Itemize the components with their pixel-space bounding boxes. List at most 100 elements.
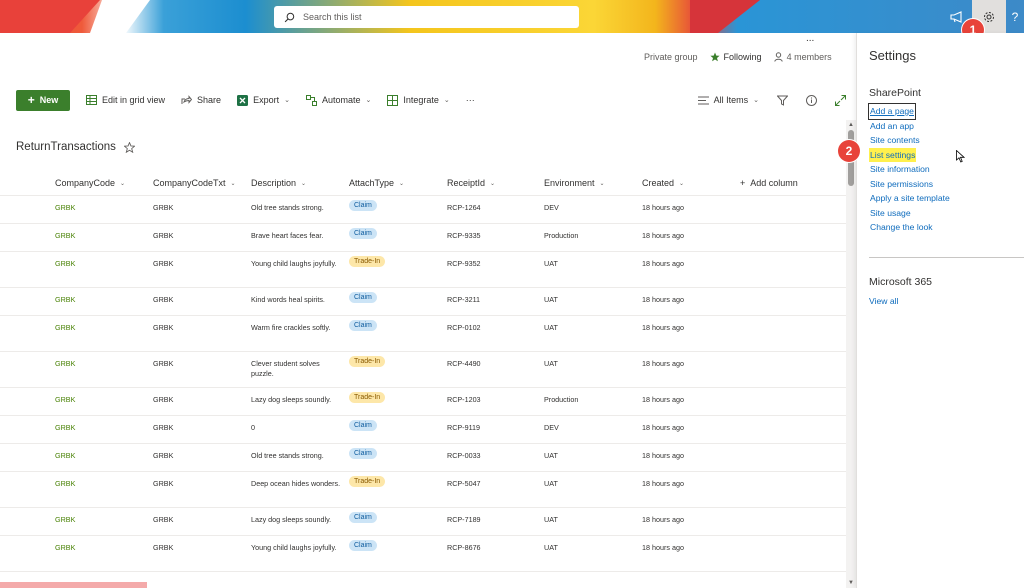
column-header-companycodetxt[interactable]: CompanyCodeTxt ⌄ — [153, 178, 236, 188]
cell-attachtype: Claim — [349, 448, 377, 459]
settings-link-apply-a-site-template[interactable]: Apply a site template — [869, 191, 951, 206]
settings-title: Settings — [869, 48, 916, 63]
view-switcher[interactable]: All Items ⌄ — [697, 95, 759, 105]
vertical-scrollbar[interactable]: ▲ ▼ — [846, 120, 856, 588]
table-row[interactable]: GRBK GRBK Old tree stands strong. Claim RCP-… — [0, 444, 846, 472]
table-row[interactable]: GRBK GRBK Warm fire crackles softly. Claim R… — [0, 316, 846, 352]
cell-receiptid: RCP-1203 — [447, 395, 481, 404]
view-all-link[interactable]: View all — [869, 296, 898, 306]
cell-companycode: GRBK — [55, 231, 76, 240]
scroll-down-icon[interactable]: ▼ — [848, 580, 854, 586]
attach-type-pill: Claim — [349, 320, 377, 331]
cell-environment: UAT — [544, 259, 558, 268]
cell-created: 18 hours ago — [642, 515, 684, 524]
cell-companycode: GRBK — [55, 479, 76, 488]
cell-attachtype: Trade-In — [349, 256, 386, 267]
cell-receiptid: RCP-9335 — [447, 231, 481, 240]
search-box[interactable]: Search this list — [274, 6, 579, 28]
cell-receiptid: RCP-0033 — [447, 451, 481, 460]
column-header-companycode[interactable]: CompanyCode ⌄ — [55, 178, 125, 188]
settings-link-add-a-page[interactable]: Add a page — [868, 103, 916, 120]
column-header-created[interactable]: Created ⌄ — [642, 178, 684, 188]
following-button[interactable]: Following — [709, 52, 762, 62]
scroll-up-icon[interactable]: ▲ — [848, 122, 854, 128]
cell-attachtype: Claim — [349, 420, 377, 431]
export-button[interactable]: Export ⌄ — [237, 94, 290, 106]
cell-companycodetxt: GRBK — [153, 203, 174, 212]
cell-created: 18 hours ago — [642, 395, 684, 404]
chevron-down-icon: ⌄ — [679, 180, 685, 187]
gear-icon — [984, 11, 994, 22]
settings-links: Add a page Add an app Site contents List se… — [868, 103, 951, 235]
new-label: New — [39, 95, 59, 105]
column-header-environment[interactable]: Environment ⌄ — [544, 178, 605, 188]
star-outline-icon[interactable] — [123, 141, 135, 153]
cell-environment: UAT — [544, 479, 558, 488]
table-row[interactable]: GRBK GRBK Clever student solves puzzle. Tra… — [0, 352, 846, 388]
table-row[interactable]: GRBK GRBK Kind words heal spirits. Claim RCP… — [0, 288, 846, 316]
table-row[interactable]: GRBK GRBK Deep ocean hides wonders. Trade-I… — [0, 472, 846, 508]
table-row[interactable]: GRBK GRBK 0 Claim RCP-9119 DEV 18 hours ago — [0, 416, 846, 444]
new-button[interactable]: + New — [16, 89, 70, 111]
mouse-cursor-icon — [956, 150, 965, 163]
cell-attachtype: Claim — [349, 320, 377, 331]
expand-icon[interactable] — [835, 94, 846, 106]
settings-link-site-information[interactable]: Site information — [869, 162, 931, 177]
cell-companycode: GRBK — [55, 359, 76, 368]
cell-created: 18 hours ago — [642, 259, 684, 268]
add-column-button[interactable]: + Add column — [740, 178, 798, 188]
table-row[interactable]: GRBK GRBK Brave heart faces fear. Claim RCP-… — [0, 224, 846, 252]
members-label: 4 members — [786, 52, 832, 62]
cell-description: Kind words heal spirits. — [251, 295, 325, 304]
column-header-receiptid[interactable]: ReceiptId ⌄ — [447, 178, 495, 188]
cell-description: Old tree stands strong. — [251, 451, 324, 460]
table-row[interactable]: GRBK GRBK Lazy dog sleeps soundly. Trade-In… — [0, 388, 846, 416]
grid-header: CompanyCode ⌄ CompanyCodeTxt ⌄ Description… — [0, 171, 846, 196]
filter-icon[interactable] — [777, 95, 788, 106]
share-label: Share — [197, 95, 222, 105]
members-button[interactable]: 4 members — [773, 52, 832, 62]
cell-attachtype: Claim — [349, 512, 377, 523]
column-header-description[interactable]: Description ⌄ — [251, 178, 306, 188]
table-row[interactable]: GRBK GRBK Old tree stands strong. Claim RCP-… — [0, 196, 846, 224]
automate-button[interactable]: Automate ⌄ — [305, 94, 371, 106]
settings-link-site-usage[interactable]: Site usage — [869, 206, 912, 221]
edit-grid-view-button[interactable]: Edit in grid view — [86, 95, 165, 105]
settings-link-list-settings[interactable]: List settings — [869, 147, 917, 162]
cell-attachtype: Claim — [349, 540, 377, 551]
settings-link-change-the-look[interactable]: Change the look — [869, 220, 934, 235]
share-button[interactable]: Share — [181, 95, 221, 105]
cell-environment: UAT — [544, 451, 558, 460]
column-header-attachtype[interactable]: AttachType ⌄ — [349, 178, 404, 188]
cell-environment: UAT — [544, 543, 558, 552]
table-row[interactable]: GRBK GRBK Lazy dog sleeps soundly. Claim RCP… — [0, 508, 846, 536]
table-row[interactable]: GRBK GRBK Young child laughs joyfully. Trad… — [0, 252, 846, 288]
cell-created: 18 hours ago — [642, 295, 684, 304]
table-row[interactable]: GRBK GRBK Young child laughs joyfully. Clai… — [0, 536, 846, 572]
cell-attachtype: Claim — [349, 228, 377, 239]
following-label: Following — [723, 52, 762, 62]
settings-link-site-contents[interactable]: Site contents — [869, 133, 921, 148]
info-icon[interactable] — [806, 94, 817, 106]
column-header-label: Description — [251, 178, 297, 188]
status-bar — [0, 582, 147, 588]
cell-attachtype: Trade-In — [349, 476, 386, 487]
help-button[interactable]: ? — [1006, 0, 1024, 33]
integrate-button[interactable]: Integrate ⌄ — [387, 94, 450, 106]
help-icon: ? — [1011, 9, 1019, 24]
attach-type-pill: Trade-In — [349, 476, 386, 487]
more-actions-button[interactable]: ... — [806, 33, 814, 44]
suite-bar: Search this list ? — [0, 0, 1024, 33]
settings-panel: Settings SharePoint Add a page Add an app… — [856, 33, 1024, 588]
automate-label: Automate — [321, 95, 361, 105]
cell-companycodetxt: GRBK — [153, 395, 174, 404]
cell-description: Deep ocean hides wonders. — [251, 479, 341, 488]
more-commands-button[interactable]: ··· — [466, 95, 475, 105]
cell-created: 18 hours ago — [642, 203, 684, 212]
settings-link-add-an-app[interactable]: Add an app — [869, 119, 915, 134]
cell-attachtype: Claim — [349, 200, 377, 211]
chevron-down-icon: ⌄ — [301, 180, 307, 187]
plus-icon: + — [740, 178, 746, 188]
cell-companycodetxt: GRBK — [153, 259, 174, 268]
settings-link-site-permissions[interactable]: Site permissions — [869, 177, 934, 192]
